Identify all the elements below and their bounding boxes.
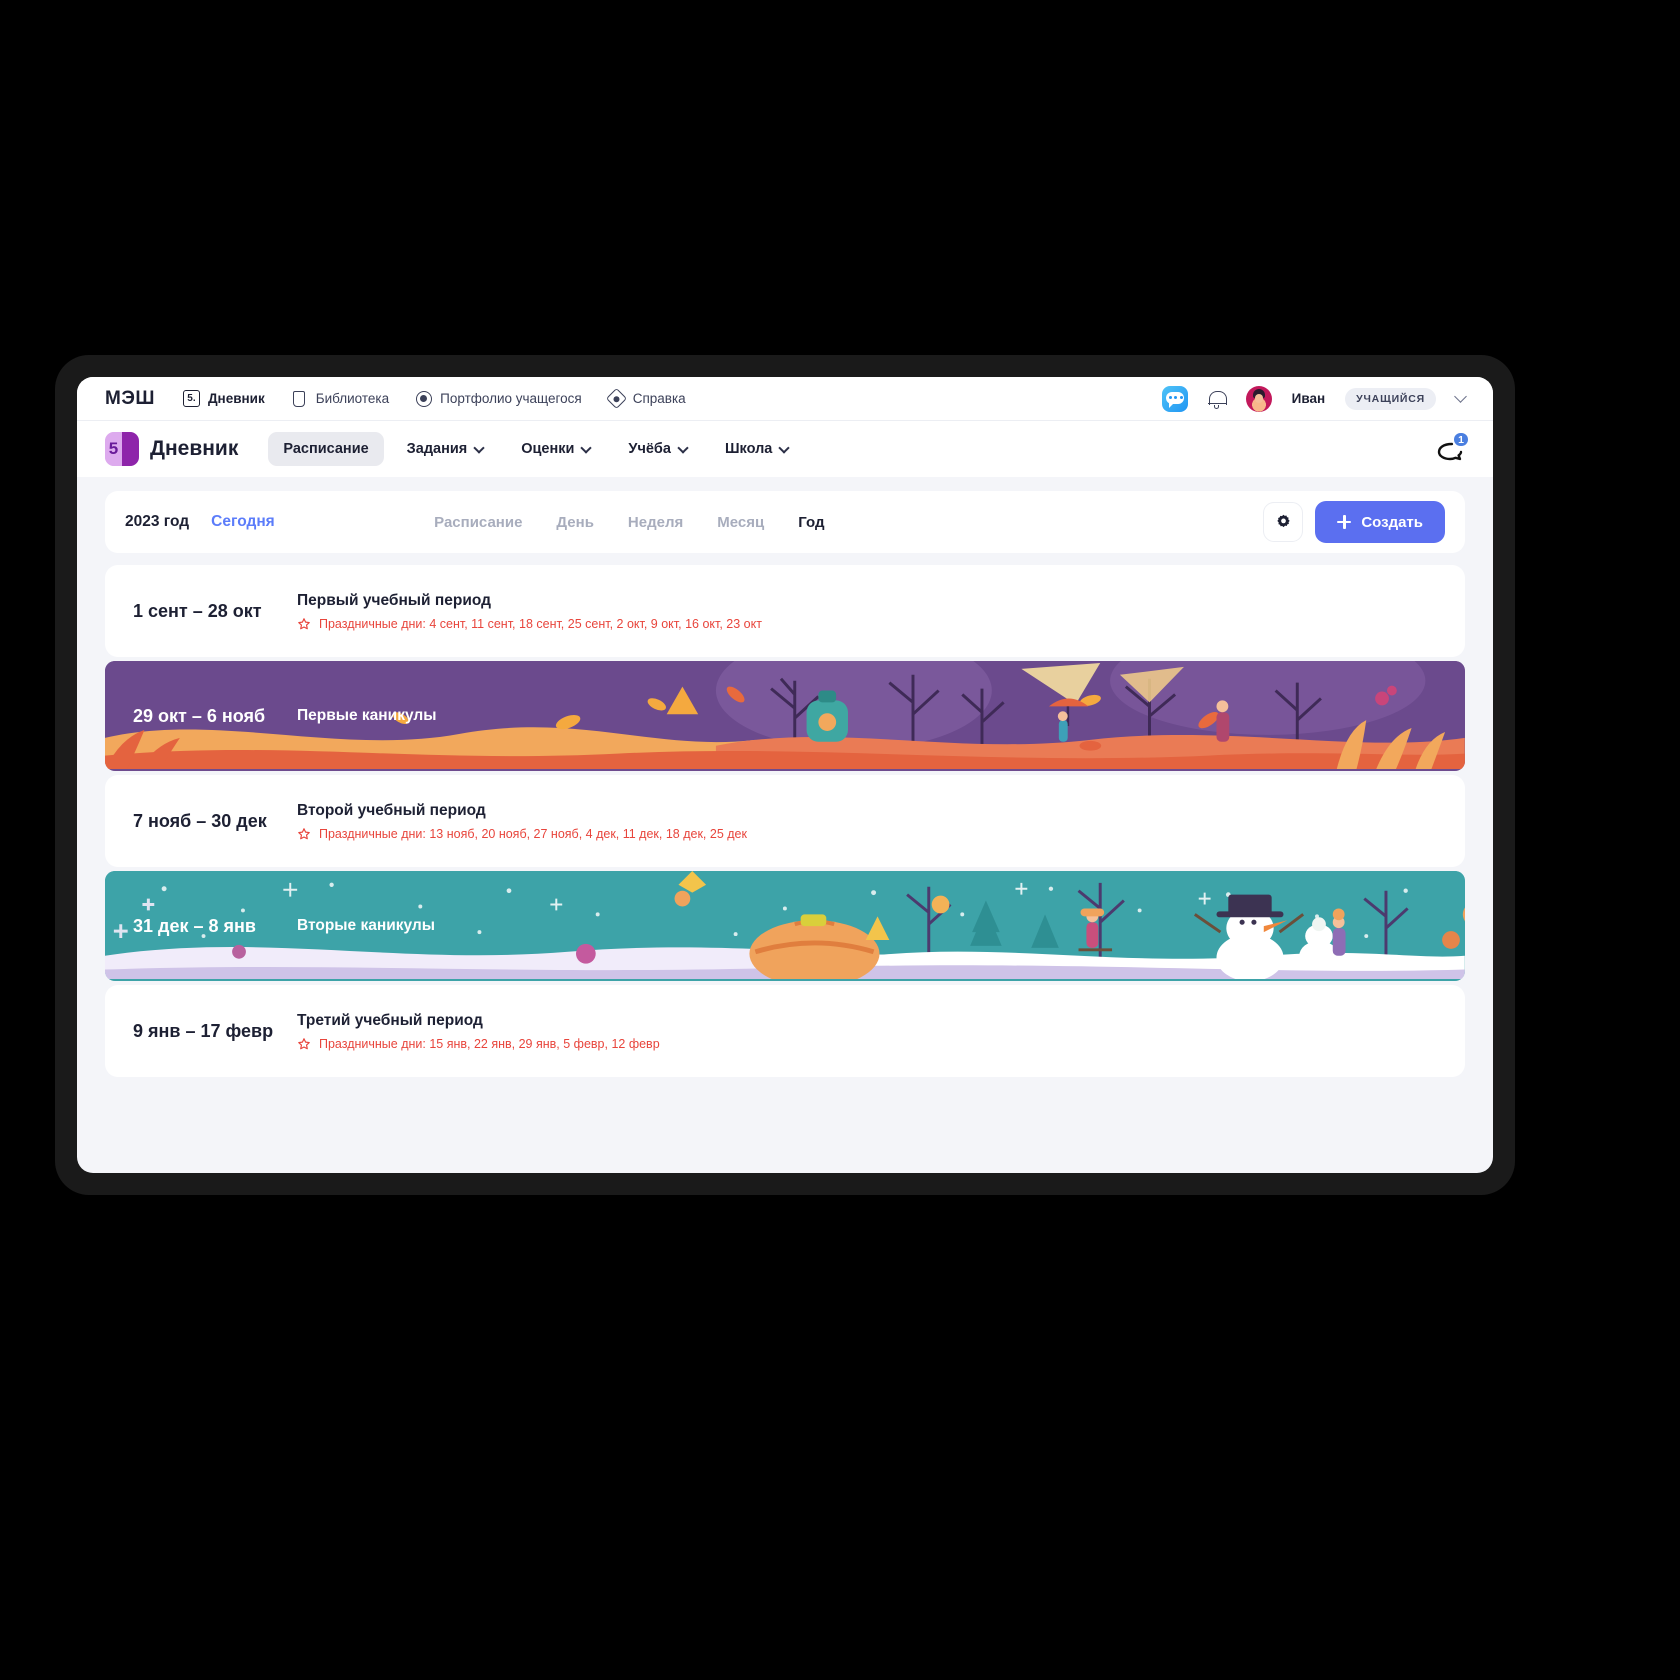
nav-item-tasks[interactable]: Задания [392, 432, 499, 466]
vacation-title: Вторые каникулы [297, 917, 436, 934]
period-dates: 1 сент – 28 окт [133, 600, 262, 621]
period-main: Третий учебный период Праздничные дни: 1… [297, 1012, 1443, 1051]
holiday-text: Праздничные дни: 4 сент, 11 сент, 18 сен… [319, 616, 762, 631]
gear-icon[interactable] [1263, 502, 1304, 542]
nav-items: Расписание Задания Оценки Учёба Школа [268, 432, 803, 466]
mesh-logo[interactable]: МЭШ [105, 388, 155, 410]
nav-label-study: Учёба [628, 441, 671, 457]
period-title: Второй учебный период [297, 801, 486, 819]
chevron-down-icon [580, 441, 593, 454]
diary-icon: 5. [182, 390, 200, 407]
nav-label-school: Школа [724, 441, 773, 457]
vacation-dates: 31 дек – 8 янв [133, 915, 256, 936]
topnav-label-help: Справка [632, 391, 686, 406]
tab-day[interactable]: День [556, 514, 594, 531]
top-nav: 5. Дневник Библиотека Портфолио учащегос… [182, 387, 686, 410]
period-main: Второй учебный период Праздничные дни: 1… [297, 802, 1443, 841]
topnav-item-diary[interactable]: 5. Дневник [182, 390, 265, 407]
plus-icon [1337, 515, 1352, 529]
year-label: 2023 год [125, 513, 190, 530]
user-name: Иван [1291, 391, 1326, 406]
nav-label-grades: Оценки [521, 441, 575, 457]
nav-label-schedule: Расписание [283, 441, 369, 457]
reply-chat-icon[interactable]: 1 [1435, 431, 1470, 462]
tab-month[interactable]: Месяц [717, 514, 764, 531]
period-row[interactable]: 7 нояб – 30 дек Второй учебный период Пр… [105, 775, 1465, 867]
main-content: 2023 год Сегодня Расписание День Неделя … [77, 477, 1493, 1077]
diary-nav-bar: 5 Дневник Расписание Задания Оценки Учёб… [77, 421, 1493, 477]
diary-logo[interactable]: 5 [105, 432, 139, 466]
chat-icon[interactable] [1161, 385, 1188, 412]
notification-badge: 1 [1452, 431, 1470, 448]
avatar[interactable] [1245, 385, 1272, 412]
chevron-down-icon [677, 441, 689, 454]
help-diamond-icon [605, 387, 627, 410]
browser-viewport: МЭШ 5. Дневник Библиотека Портфолио учащ… [77, 377, 1493, 1173]
chevron-down-icon [473, 441, 485, 454]
holiday-line: Праздничные дни: 4 сент, 11 сент, 18 сен… [297, 617, 1443, 631]
calendar-toolbar: 2023 год Сегодня Расписание День Неделя … [105, 491, 1465, 553]
tab-schedule[interactable]: Расписание [434, 514, 522, 531]
vacation-banner-autumn[interactable]: 29 окт – 6 нояб Первые каникулы [105, 661, 1465, 771]
top-bar-right: Иван УЧАЩИЙСЯ [1161, 385, 1467, 412]
chevron-down-icon[interactable] [1454, 390, 1467, 403]
bell-icon[interactable] [1207, 389, 1227, 409]
period-row[interactable]: 9 янв – 17 февр Третий учебный период Пр… [105, 985, 1465, 1077]
toolbar-right: Создать [1263, 501, 1445, 543]
topnav-label-library: Библиотека [315, 391, 390, 406]
device-frame: МЭШ 5. Дневник Библиотека Портфолио учащ… [55, 355, 1515, 1195]
topnav-item-library[interactable]: Библиотека [291, 390, 389, 407]
topnav-item-portfolio[interactable]: Портфолио учащегося [415, 390, 582, 407]
period-title: Третий учебный период [297, 1011, 483, 1029]
chevron-down-icon [778, 441, 791, 454]
create-button-label: Создать [1361, 513, 1423, 531]
book-icon [291, 390, 308, 407]
view-tabs: Расписание День Неделя Месяц Год [434, 514, 824, 531]
top-utility-bar: МЭШ 5. Дневник Библиотека Портфолио учащ… [77, 377, 1493, 421]
nav-item-schedule[interactable]: Расписание [268, 432, 384, 466]
period-dates: 9 янв – 17 февр [133, 1020, 274, 1041]
vacation-banner-winter[interactable]: 31 дек – 8 янв Вторые каникулы [105, 871, 1465, 981]
status-badge: УЧАЩИЙСЯ [1345, 387, 1436, 410]
nav-item-school[interactable]: Школа [710, 432, 803, 466]
create-button[interactable]: Создать [1315, 501, 1445, 543]
today-link[interactable]: Сегодня [211, 513, 275, 531]
vacation-title: Первые каникулы [297, 707, 437, 724]
holiday-text: Праздничные дни: 13 нояб, 20 нояб, 27 но… [319, 826, 747, 841]
nav-label-tasks: Задания [406, 441, 468, 457]
holiday-text: Праздничные дни: 15 янв, 22 янв, 29 янв,… [319, 1036, 660, 1051]
page-title: Дневник [150, 437, 239, 460]
diary-logo-glyph: 5 [105, 432, 122, 466]
nav-item-study[interactable]: Учёба [613, 432, 702, 466]
period-dates: 7 нояб – 30 дек [133, 810, 267, 831]
period-title: Первый учебный период [297, 591, 491, 609]
nav-item-grades[interactable]: Оценки [506, 432, 605, 466]
star-icon [298, 827, 310, 839]
nav-bar-right: 1 [1435, 431, 1470, 462]
topnav-label-portfolio: Портфолио учащегося [440, 391, 582, 406]
topnav-label-diary: Дневник [207, 391, 265, 406]
tab-week[interactable]: Неделя [628, 514, 683, 531]
star-icon [298, 1037, 310, 1049]
star-icon [298, 617, 310, 629]
portfolio-circle-icon [415, 390, 432, 407]
period-row[interactable]: 1 сент – 28 окт Первый учебный период Пр… [105, 565, 1465, 657]
vacation-dates: 29 окт – 6 нояб [133, 705, 266, 726]
period-main: Первый учебный период Праздничные дни: 4… [297, 592, 1443, 631]
topnav-item-help[interactable]: Справка [605, 387, 686, 410]
tab-year[interactable]: Год [798, 514, 824, 531]
holiday-line: Праздничные дни: 13 нояб, 20 нояб, 27 но… [297, 827, 1443, 841]
holiday-line: Праздничные дни: 15 янв, 22 янв, 29 янв,… [297, 1037, 1443, 1051]
